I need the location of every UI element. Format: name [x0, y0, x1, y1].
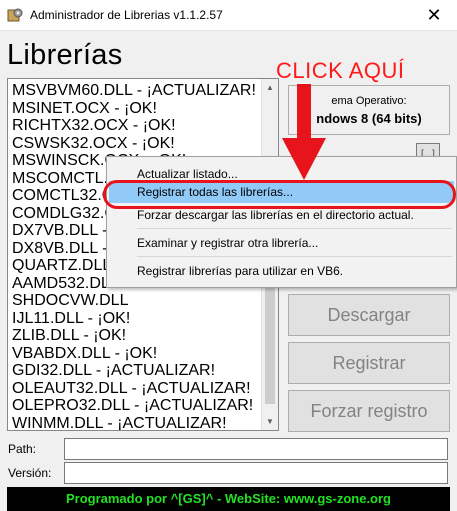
- library-list-item[interactable]: IJL11.DLL - ¡OK!: [12, 310, 260, 328]
- force-register-button[interactable]: Forzar registro: [288, 390, 450, 432]
- menu-item-register-vb6[interactable]: Registrar librerías para utilizar en VB6…: [109, 260, 454, 282]
- version-label: Versión:: [8, 466, 52, 480]
- library-list-item[interactable]: MSINET.OCX - ¡OK!: [12, 100, 260, 118]
- title-bar: Administrador de Librerias v1.1.2.57 ✕: [0, 0, 457, 31]
- system-info-box: ema Operativo: ndows 8 (64 bits): [288, 85, 450, 135]
- footer-credits: Programado por ^[GS]^ - WebSite: www.gs-…: [7, 487, 450, 511]
- scroll-up-icon[interactable]: ▲: [262, 79, 278, 96]
- library-list-item[interactable]: CSWSK32.OCX - ¡OK!: [12, 135, 260, 153]
- scroll-down-icon[interactable]: ▼: [262, 413, 278, 430]
- library-list-item[interactable]: OLEAUT32.DLL - ¡ACTUALIZAR!: [12, 380, 260, 398]
- menu-separator: [137, 228, 452, 229]
- library-list-item[interactable]: RICHTX32.OCX - ¡OK!: [12, 117, 260, 135]
- page-title: Librerías: [7, 39, 123, 71]
- register-button[interactable]: Registrar: [288, 342, 450, 384]
- path-label: Path:: [8, 442, 37, 456]
- click-here-annotation: CLICK AQUÍ: [276, 58, 405, 83]
- close-icon: ✕: [426, 5, 442, 26]
- library-list-item[interactable]: OLEPRO32.DLL - ¡ACTUALIZAR!: [12, 397, 260, 415]
- os-label: ema Operativo:: [331, 95, 407, 107]
- gear-app-icon: [7, 8, 23, 22]
- menu-item-force-download[interactable]: Forzar descargar las librerías en el dir…: [109, 204, 454, 226]
- context-menu: Actualizar listado... Registrar todas la…: [106, 156, 457, 288]
- menu-separator: [137, 256, 452, 257]
- library-list-item[interactable]: MSVBVM60.DLL - ¡ACTUALIZAR!: [12, 82, 260, 100]
- library-list-item[interactable]: SHDOCVW.DLL: [12, 292, 260, 310]
- menu-item-register-all[interactable]: Registrar todas las librerías...: [109, 181, 454, 203]
- os-value: ndows 8 (64 bits): [316, 111, 422, 126]
- path-field[interactable]: [64, 438, 448, 460]
- library-list-item[interactable]: VBABDX.DLL - ¡OK!: [12, 345, 260, 363]
- close-button[interactable]: ✕: [411, 0, 457, 31]
- menu-item-browse-register[interactable]: Examinar y registrar otra librería...: [109, 232, 454, 254]
- download-button[interactable]: Descargar: [288, 294, 450, 336]
- library-list-item[interactable]: WINMM.DLL - ¡ACTUALIZAR!: [12, 415, 260, 431]
- library-list-item[interactable]: GDI32.DLL - ¡ACTUALIZAR!: [12, 362, 260, 380]
- library-list-item[interactable]: ZLIB.DLL - ¡OK!: [12, 327, 260, 345]
- window-title: Administrador de Librerias v1.1.2.57: [30, 8, 223, 22]
- version-field[interactable]: [64, 462, 448, 484]
